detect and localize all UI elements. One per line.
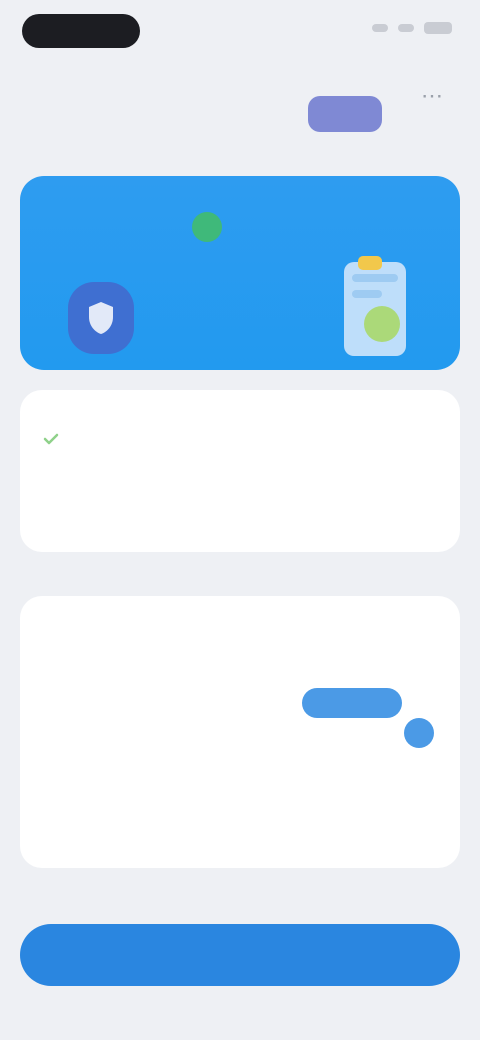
primary-button[interactable] (20, 924, 460, 986)
status-indicator-icon (192, 212, 222, 242)
settings-card (20, 596, 460, 868)
info-card (20, 390, 460, 552)
status-icons (372, 22, 452, 34)
toggle-knob[interactable] (404, 718, 434, 748)
toggle-switch[interactable] (302, 688, 402, 718)
version-badge (308, 96, 382, 132)
check-icon (43, 433, 59, 445)
illustration-icon (344, 256, 406, 356)
status-bar (0, 0, 480, 64)
wifi-icon (398, 24, 414, 32)
status-time-pill (22, 14, 140, 48)
banner (20, 176, 460, 370)
shield-icon (68, 282, 134, 354)
header: ⋯ (0, 80, 480, 150)
more-icon[interactable]: ⋯ (418, 82, 446, 110)
battery-icon (424, 22, 452, 34)
setting-row-1[interactable] (20, 596, 460, 686)
setting-row-3[interactable] (20, 780, 460, 870)
signal-icon (372, 24, 388, 32)
